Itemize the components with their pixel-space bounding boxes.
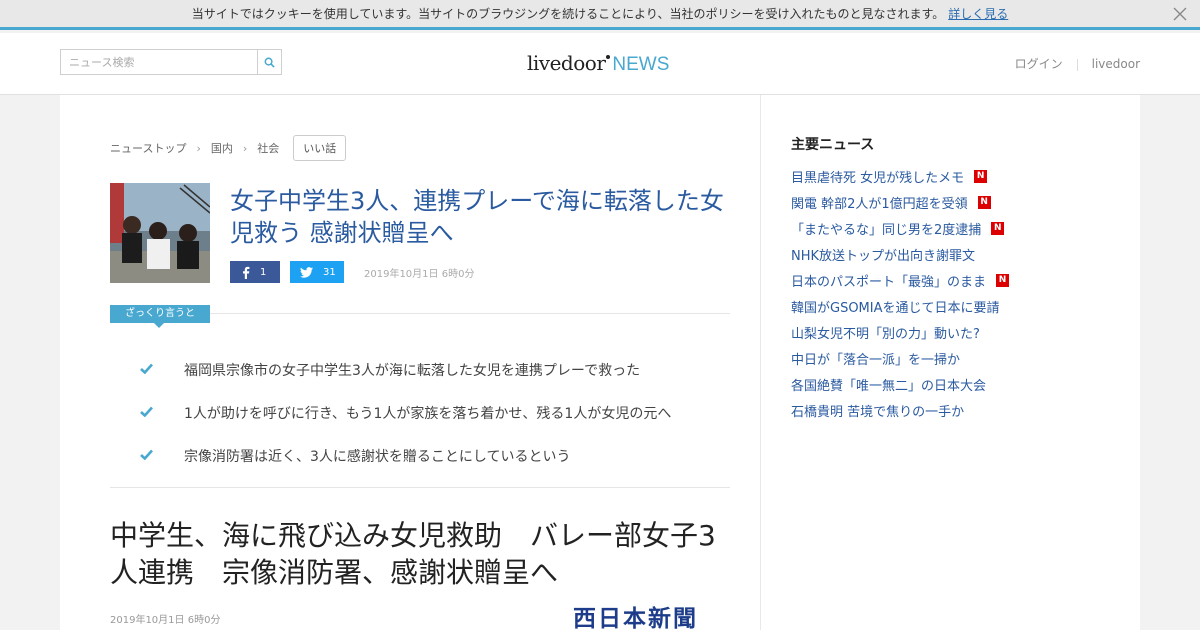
- news-item[interactable]: 日本のパスポート「最強」のまま N: [791, 267, 1010, 293]
- cookie-details-link[interactable]: 詳しく見る: [948, 7, 1008, 21]
- site-header: livedoor NEWS ログイン livedoor: [0, 33, 1200, 95]
- twitter-share-button[interactable]: 31: [290, 261, 344, 283]
- facebook-share-button[interactable]: 1: [230, 261, 280, 283]
- news-item[interactable]: 「またやるな」同じ男を2度逮捕 N: [791, 215, 1009, 241]
- breadcrumb-item-domestic[interactable]: 国内: [211, 140, 233, 156]
- source-logo[interactable]: 西日本新聞: [573, 599, 698, 630]
- list-item: 宗像消防署は近く、3人に感謝状を贈ることにしているという: [140, 434, 730, 477]
- main-column: ニューストップ › 国内 › 社会 いい話 女子中学生3人、連携プレーで海に転落…: [60, 95, 760, 630]
- site-logo[interactable]: livedoor NEWS: [527, 51, 669, 76]
- twitter-count: 31: [323, 266, 336, 278]
- breadcrumb-item-top[interactable]: ニューストップ: [110, 140, 186, 156]
- body-headline: 中学生、海に飛び込み女児救助 バレー部女子3人連携 宗像消防署、感謝状贈呈へ: [110, 519, 716, 589]
- breadcrumb: ニューストップ › 国内 › 社会 いい話: [110, 135, 347, 161]
- news-item-label[interactable]: 「またやるな」同じ男を2度逮捕: [791, 219, 981, 238]
- news-item[interactable]: 目黒虐待死 女児が残したメモ N: [791, 163, 1009, 189]
- news-item-label[interactable]: NHK放送トップが出向き謝罪文: [791, 245, 975, 264]
- twitter-icon: [300, 266, 313, 278]
- cookie-bar: 当サイトではクッキーを使用しています。当サイトのブラウジングを続けることにより、…: [0, 0, 1200, 30]
- news-item-label[interactable]: 目黒虐待死 女児が残したメモ: [791, 167, 964, 186]
- logo-livedoor: livedoor: [527, 51, 606, 75]
- search-button[interactable]: [257, 50, 281, 74]
- news-item-label[interactable]: 各国絶賛「唯一無二」の日本大会: [791, 375, 986, 394]
- news-item[interactable]: 韓国がGSOMIAを通じて日本に要請: [791, 293, 1009, 319]
- news-item-label[interactable]: 中日が「落合一派」を一掃か: [791, 349, 960, 368]
- news-item-label[interactable]: 山梨女児不明「別の力」動いた?: [791, 323, 980, 342]
- news-item-label[interactable]: 韓国がGSOMIAを通じて日本に要請: [791, 297, 1000, 316]
- summary-label: ざっくり言うと: [110, 305, 210, 328]
- check-icon: [140, 448, 184, 464]
- news-item[interactable]: NHK放送トップが出向き謝罪文: [791, 241, 1009, 267]
- new-badge: N: [977, 195, 991, 209]
- top-news-list: 目黒虐待死 女児が残したメモ N 関電 幹部2人が1億円超を受領 N 「またやるな」…: [791, 163, 1010, 423]
- news-item[interactable]: 山梨女児不明「別の力」動いた?: [791, 319, 1009, 345]
- facebook-count: 1: [260, 266, 267, 278]
- search-box: [60, 49, 282, 75]
- tag-button[interactable]: いい話: [293, 135, 347, 161]
- breadcrumb-item-society[interactable]: 社会: [257, 140, 279, 156]
- list-item: 1人が助けを呼びに行き、もう1人が家族を落ち着かせ、残る1人が女児の元へ: [140, 391, 730, 434]
- summary-text: 宗像消防署は近く、3人に感謝状を贈ることにしているという: [184, 448, 571, 465]
- news-item[interactable]: 中日が「落合一派」を一掃か: [791, 345, 1009, 371]
- search-icon: [264, 57, 275, 68]
- summary-text: 1人が助けを呼びに行き、もう1人が家族を落ち着かせ、残る1人が女児の元へ: [184, 405, 672, 422]
- login-link[interactable]: ログイン: [1015, 57, 1063, 71]
- body-date: 2019年10月1日 6時0分: [110, 615, 221, 626]
- news-item[interactable]: 各国絶賛「唯一無二」の日本大会: [791, 371, 1009, 397]
- article-date: 2019年10月1日 6時0分: [364, 268, 475, 280]
- facebook-icon: [243, 266, 250, 279]
- logo-mark: [606, 55, 611, 59]
- summary-text: 福岡県宗像市の女子中学生3人が海に転落した女児を連携プレーで救った: [184, 362, 641, 379]
- summary-list: 福岡県宗像市の女子中学生3人が海に転落した女児を連携プレーで救った 1人が助けを…: [140, 348, 730, 477]
- chevron-right-icon: ›: [242, 141, 248, 155]
- cookie-message: 当サイトではクッキーを使用しています。当サイトのブラウジングを続けることにより、…: [191, 7, 945, 21]
- divider: [110, 487, 730, 488]
- article-thumbnail[interactable]: [110, 183, 210, 283]
- news-item-label[interactable]: 日本のパスポート「最強」のまま: [791, 271, 986, 290]
- check-icon: [140, 405, 184, 421]
- divider: [1076, 58, 1078, 71]
- close-icon[interactable]: [1172, 6, 1188, 22]
- livedoor-link[interactable]: livedoor: [1092, 57, 1140, 71]
- news-item-label[interactable]: 石橋貴明 苦境で焦りの一手か: [791, 401, 964, 420]
- sidebar: 主要ニュース 目黒虐待死 女児が残したメモ N 関電 幹部2人が1億円超を受領 N …: [760, 95, 1140, 630]
- logo-news: NEWS: [612, 54, 670, 75]
- share-bar: 1 31 2019年10月1日 6時0分: [230, 261, 474, 283]
- news-item[interactable]: 石橋貴明 苦境で焦りの一手か: [791, 397, 1009, 423]
- thumbnail-image: [110, 183, 210, 283]
- check-icon: [140, 362, 184, 378]
- new-badge: N: [991, 221, 1005, 235]
- list-item: 福岡県宗像市の女子中学生3人が海に転落した女児を連携プレーで救った: [140, 348, 730, 391]
- news-item-label[interactable]: 関電 幹部2人が1億円超を受領: [791, 193, 968, 212]
- divider: [210, 313, 730, 314]
- chevron-right-icon: ›: [196, 141, 201, 155]
- new-badge: N: [974, 169, 988, 183]
- article-title[interactable]: 女子中学生3人、連携プレーで海に転落した女児救う 感謝状贈呈へ: [230, 185, 730, 249]
- sidebar-title: 主要ニュース: [791, 137, 875, 153]
- news-item[interactable]: 関電 幹部2人が1億円超を受領 N: [791, 189, 1009, 215]
- header-links: ログイン livedoor: [1015, 55, 1140, 72]
- search-input[interactable]: [61, 50, 257, 74]
- new-badge: N: [996, 273, 1010, 287]
